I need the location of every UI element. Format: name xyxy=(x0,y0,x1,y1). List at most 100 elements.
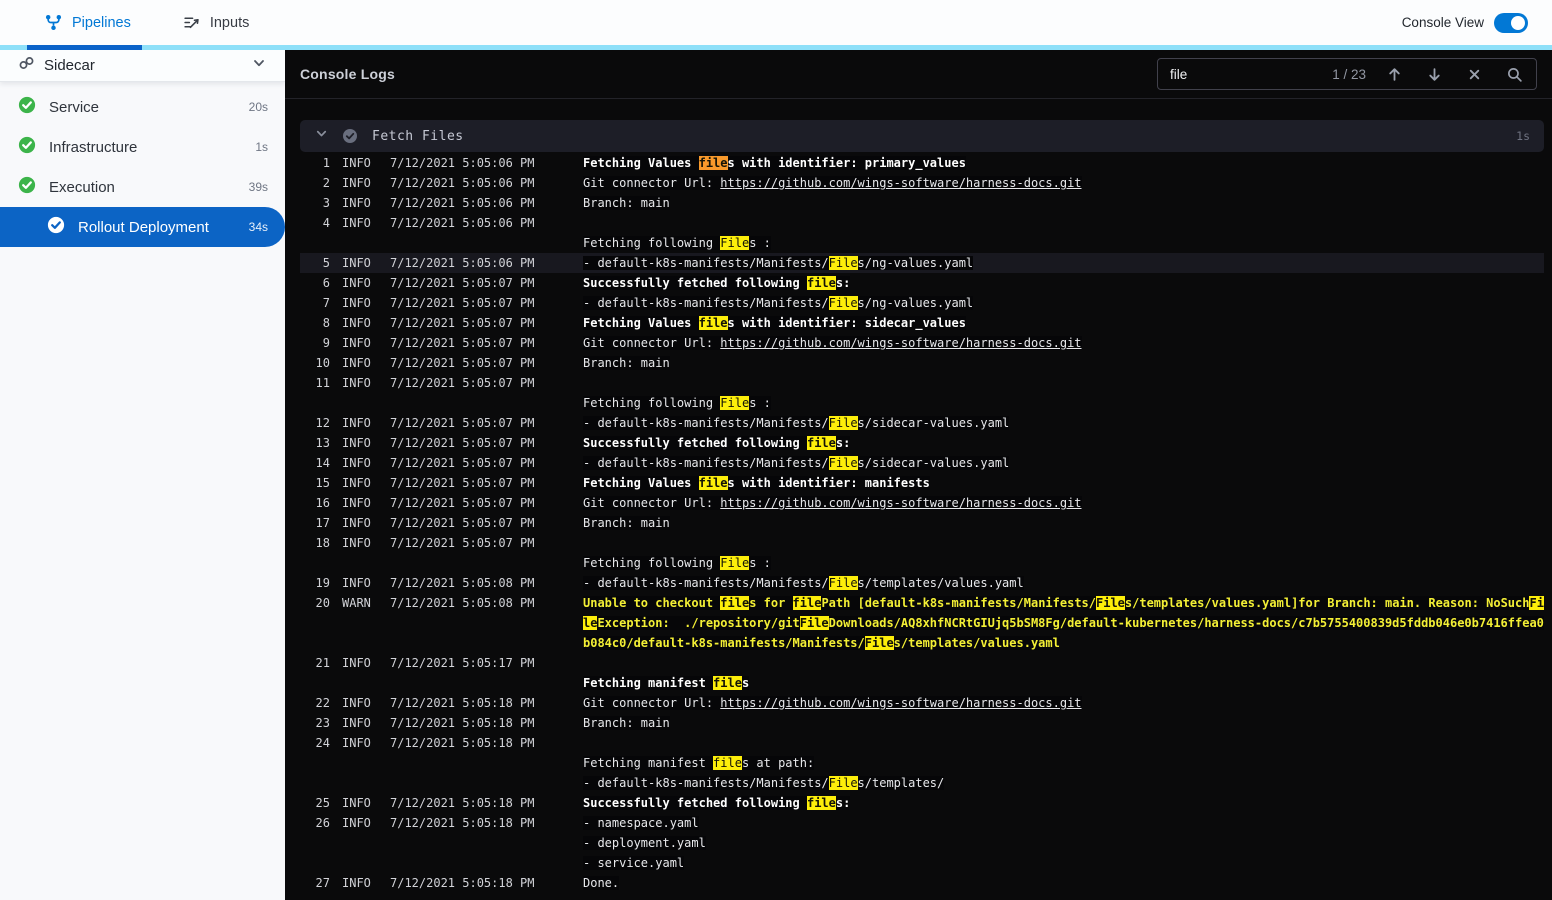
log-row[interactable]: 1 INFO 7/12/2021 5:05:06 PM Fetching Values… xyxy=(300,153,1544,173)
sidebar-step-rollout-deployment[interactable]: Rollout Deployment 34s xyxy=(0,207,285,247)
log-timestamp: 7/12/2021 5:05:08 PM xyxy=(390,596,535,610)
log-level: INFO xyxy=(342,796,371,810)
log-level: INFO xyxy=(342,356,371,370)
step-status-icon xyxy=(18,96,36,119)
log-row[interactable]: 27 INFO 7/12/2021 5:05:18 PM Done. xyxy=(300,873,1544,893)
log-row[interactable]: 12 INFO 7/12/2021 5:05:07 PM - default-k8s-… xyxy=(300,413,1544,433)
previous-match-button[interactable] xyxy=(1382,62,1406,86)
log-row[interactable]: 9 INFO 7/12/2021 5:05:07 PM Git connector U… xyxy=(300,333,1544,353)
log-row[interactable]: Fetching following Files : xyxy=(300,553,1544,573)
log-lines: 1 INFO 7/12/2021 5:05:06 PM Fetching Values… xyxy=(300,152,1544,893)
log-row[interactable]: 17 INFO 7/12/2021 5:05:07 PM Branch: main xyxy=(300,513,1544,533)
search-highlight-match: File xyxy=(828,776,858,790)
log-row[interactable]: 22 INFO 7/12/2021 5:05:18 PM Git connector … xyxy=(300,693,1544,713)
log-row[interactable]: 7 INFO 7/12/2021 5:05:07 PM - default-k8s-m… xyxy=(300,293,1544,313)
link-icon xyxy=(18,55,35,76)
log-row[interactable]: Fetching following Files : xyxy=(300,233,1544,253)
log-row[interactable]: 16 INFO 7/12/2021 5:05:07 PM Git connector … xyxy=(300,493,1544,513)
sidebar-step-infrastructure[interactable]: Infrastructure 1s xyxy=(0,127,285,167)
log-row[interactable]: 14 INFO 7/12/2021 5:05:07 PM - default-k8s-… xyxy=(300,453,1544,473)
log-text: s/ng-values.yaml xyxy=(857,256,974,270)
chevron-down-icon[interactable] xyxy=(251,55,267,76)
search-highlight-match: File xyxy=(864,636,894,650)
log-message: Branch: main xyxy=(583,193,1544,213)
log-text: s with identifier: sidecar_values xyxy=(727,316,966,330)
tab-pipelines[interactable]: Pipelines xyxy=(45,0,131,45)
log-row[interactable]: 20 WARN 7/12/2021 5:05:08 PM Unable to chec… xyxy=(300,593,1544,653)
search-highlight-match: file xyxy=(792,596,822,610)
log-level: INFO xyxy=(342,696,371,710)
search-input[interactable] xyxy=(1170,66,1330,82)
log-message: - service.yaml xyxy=(583,853,1544,873)
log-timestamp: 7/12/2021 5:05:18 PM xyxy=(390,796,535,810)
log-row[interactable]: 3 INFO 7/12/2021 5:05:06 PM Branch: main xyxy=(300,193,1544,213)
log-message: Branch: main xyxy=(583,713,1544,733)
log-text: s/sidecar-values.yaml xyxy=(857,456,1010,470)
log-line-number: 17 xyxy=(315,516,330,530)
log-text: - deployment.yaml xyxy=(583,836,706,850)
log-row[interactable]: 2 INFO 7/12/2021 5:05:06 PM Git connector U… xyxy=(300,173,1544,193)
log-text: Exception: ./repository/git xyxy=(597,616,800,630)
log-timestamp: 7/12/2021 5:05:07 PM xyxy=(390,336,535,350)
log-level: INFO xyxy=(342,276,371,290)
log-row[interactable]: 8 INFO 7/12/2021 5:05:07 PM Fetching Values… xyxy=(300,313,1544,333)
top-bar: Pipelines Inputs Console View xyxy=(0,0,1552,45)
log-line-number: 12 xyxy=(315,416,330,430)
log-text: Successfully fetched following xyxy=(583,276,807,290)
log-text: Branch: main xyxy=(583,356,670,370)
search-icon[interactable] xyxy=(1502,62,1526,86)
log-link[interactable]: https://github.com/wings-software/harnes… xyxy=(720,696,1082,710)
log-row[interactable]: - default-k8s-manifests/Manifests/Files/… xyxy=(300,773,1544,793)
log-timestamp: 7/12/2021 5:05:07 PM xyxy=(390,436,535,450)
log-row[interactable]: 4 INFO 7/12/2021 5:05:06 PM xyxy=(300,213,1544,233)
log-row[interactable]: 19 INFO 7/12/2021 5:05:08 PM - default-k8s-… xyxy=(300,573,1544,593)
search-highlight-match: File xyxy=(720,556,750,570)
log-text: s: xyxy=(835,796,851,810)
log-text: - default-k8s-manifests/Manifests/ xyxy=(583,256,829,270)
log-message: - default-k8s-manifests/Manifests/Files/… xyxy=(583,453,1544,473)
log-row[interactable]: 24 INFO 7/12/2021 5:05:18 PM xyxy=(300,733,1544,753)
log-line-number: 27 xyxy=(315,876,330,890)
log-row[interactable]: 5 INFO 7/12/2021 5:05:06 PM - default-k8s-m… xyxy=(300,253,1544,273)
log-message: Fetching Values files with identifier: m… xyxy=(583,473,1544,493)
log-row[interactable]: Fetching manifest files xyxy=(300,673,1544,693)
log-message: - default-k8s-manifests/Manifests/Files/… xyxy=(583,413,1544,433)
log-row[interactable]: 26 INFO 7/12/2021 5:05:18 PM - namespace.ya… xyxy=(300,813,1544,833)
log-line-number: 18 xyxy=(315,536,330,550)
log-row[interactable]: 18 INFO 7/12/2021 5:05:07 PM xyxy=(300,533,1544,553)
sidebar-step-execution[interactable]: Execution 39s xyxy=(0,167,285,207)
sidebar-step-service[interactable]: Service 20s xyxy=(0,87,285,127)
log-row[interactable]: 21 INFO 7/12/2021 5:05:17 PM xyxy=(300,653,1544,673)
log-row[interactable]: 13 INFO 7/12/2021 5:05:07 PM Successfully f… xyxy=(300,433,1544,453)
section-chevron-down-icon[interactable] xyxy=(314,126,329,146)
clear-search-button[interactable] xyxy=(1462,62,1486,86)
log-row[interactable]: 15 INFO 7/12/2021 5:05:07 PM Fetching Value… xyxy=(300,473,1544,493)
log-row[interactable]: Fetching manifest files at path: xyxy=(300,753,1544,773)
log-row[interactable]: - service.yaml xyxy=(300,853,1544,873)
log-level: INFO xyxy=(342,336,371,350)
log-text: Successfully fetched following xyxy=(583,796,807,810)
log-row[interactable]: 23 INFO 7/12/2021 5:05:18 PM Branch: main xyxy=(300,713,1544,733)
tab-inputs[interactable]: Inputs xyxy=(183,0,249,45)
log-row[interactable]: 25 INFO 7/12/2021 5:05:18 PM Successfully f… xyxy=(300,793,1544,813)
log-row[interactable]: 10 INFO 7/12/2021 5:05:07 PM Branch: main xyxy=(300,353,1544,373)
log-level: INFO xyxy=(342,416,371,430)
stage-header-sidecar[interactable]: Sidecar xyxy=(0,50,285,82)
log-link[interactable]: https://github.com/wings-software/harnes… xyxy=(720,336,1082,350)
console-logs-title: Console Logs xyxy=(300,66,395,82)
log-row[interactable]: Fetching following Files : xyxy=(300,393,1544,413)
log-timestamp: 7/12/2021 5:05:07 PM xyxy=(390,496,535,510)
log-link[interactable]: https://github.com/wings-software/harnes… xyxy=(720,176,1082,190)
log-row[interactable]: - deployment.yaml xyxy=(300,833,1544,853)
log-row[interactable]: 11 INFO 7/12/2021 5:05:07 PM xyxy=(300,373,1544,393)
log-message: - default-k8s-manifests/Manifests/Files/… xyxy=(583,253,1544,273)
log-row[interactable]: 6 INFO 7/12/2021 5:05:07 PM Successfully fe… xyxy=(300,273,1544,293)
log-message: Fetching manifest files at path: xyxy=(583,753,1544,773)
log-line-number: 1 xyxy=(322,156,330,170)
log-link[interactable]: https://github.com/wings-software/harnes… xyxy=(720,496,1082,510)
log-message: Successfully fetched following files: xyxy=(583,273,1544,293)
log-text: s : xyxy=(749,236,771,250)
log-section-header[interactable]: Fetch Files 1s xyxy=(300,120,1544,152)
next-match-button[interactable] xyxy=(1422,62,1446,86)
console-view-toggle[interactable] xyxy=(1494,12,1528,33)
